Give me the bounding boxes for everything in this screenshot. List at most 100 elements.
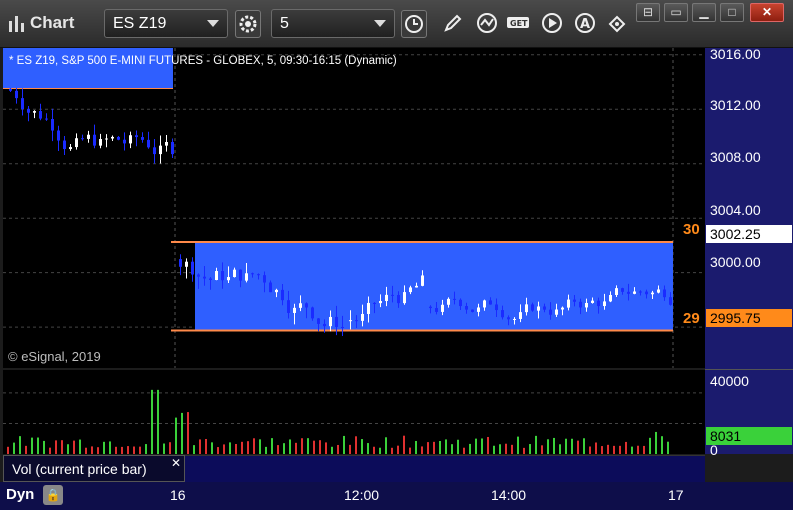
volume-bar — [205, 438, 207, 454]
candle-body — [471, 309, 474, 312]
volume-bar — [397, 445, 399, 454]
candle-body — [117, 136, 120, 140]
volume-bar — [625, 441, 627, 454]
price-chart[interactable]: * ES Z19, S&P 500 E-MINI FUTURES - GLOBE… — [3, 48, 705, 368]
candle-body — [379, 301, 382, 304]
volume-bar — [367, 443, 369, 454]
candle-body — [45, 118, 48, 120]
candle-body — [483, 300, 486, 308]
volume-bar — [385, 437, 387, 454]
maximize-icon[interactable]: ▁ — [692, 3, 716, 22]
candle-body — [513, 318, 516, 320]
candle-body — [525, 304, 528, 313]
volume-bar — [187, 412, 189, 454]
range-box — [195, 242, 673, 331]
candle-body — [215, 271, 218, 280]
candle-body — [263, 275, 266, 283]
price-axis-label: 3000.00 — [710, 254, 761, 270]
price-axis-label: 3008.00 — [710, 149, 761, 165]
volume-bar — [439, 441, 441, 454]
close-study-icon[interactable]: ✕ — [171, 456, 181, 470]
candle-body — [447, 298, 450, 305]
time-axis[interactable]: Dyn 🔒 16 12:00 14:00 17 — [0, 482, 793, 510]
candle-body — [373, 302, 376, 304]
candle-body — [299, 303, 302, 308]
volume-bar — [637, 445, 639, 454]
copyright-text: © eSignal, 2019 — [8, 349, 101, 364]
candle-body — [453, 298, 456, 300]
candle-body — [179, 259, 182, 267]
volume-bar — [307, 438, 309, 454]
volume-bar — [283, 443, 285, 454]
time-axis-label: 17 — [668, 487, 684, 503]
volume-bar — [529, 444, 531, 454]
volume-legend[interactable]: Vol (current price bar) — [3, 455, 185, 482]
volume-chart[interactable] — [3, 370, 705, 454]
restore-icon[interactable]: ⊟ — [636, 3, 660, 22]
svg-text:A: A — [580, 17, 590, 32]
volume-bar — [547, 439, 549, 454]
volume-bar — [583, 438, 585, 454]
interval-dropdown[interactable]: 5 — [271, 9, 395, 38]
candle-body — [391, 294, 394, 296]
price-axis[interactable]: 3016.00 3012.00 3008.00 3004.00 3000.00 … — [705, 46, 793, 458]
volume-bar — [487, 436, 489, 454]
volume-bar — [31, 437, 33, 454]
candle-body — [597, 300, 600, 307]
candle-body — [33, 111, 36, 113]
pencil-icon[interactable] — [440, 9, 466, 37]
candle-body — [39, 111, 42, 119]
symbol-dropdown[interactable]: ES Z19 — [104, 9, 228, 38]
volume-bar — [157, 389, 159, 454]
level-tag-lower: 29 — [683, 310, 700, 327]
candle-body — [349, 320, 352, 322]
candle-body — [233, 269, 236, 278]
alert-icon[interactable]: A — [572, 9, 598, 37]
volume-bar — [355, 436, 357, 454]
candle-body — [459, 299, 462, 307]
time-axis-label: 12:00 — [344, 487, 380, 503]
volume-bar — [115, 446, 117, 454]
candle-body — [227, 277, 230, 281]
close-icon[interactable]: ✕ — [750, 3, 784, 22]
volume-bar — [643, 445, 645, 454]
price-axis-label: 3004.00 — [710, 202, 761, 218]
volume-bar — [559, 444, 561, 454]
candle-body — [111, 136, 114, 139]
volume-bar — [313, 440, 315, 454]
candle-body — [669, 297, 672, 305]
candle-body — [555, 309, 558, 315]
candle-body — [21, 98, 24, 110]
get-data-icon[interactable]: GET — [506, 9, 532, 37]
candle-body — [305, 303, 308, 308]
volume-bar — [289, 439, 291, 454]
studies-icon[interactable] — [474, 9, 500, 37]
settings-gear-icon[interactable] — [235, 10, 261, 38]
volume-bar — [499, 444, 501, 454]
candle-body — [93, 134, 96, 146]
volume-bar — [7, 446, 9, 454]
lock-icon[interactable]: 🔒 — [43, 485, 63, 505]
volume-bar — [589, 446, 591, 454]
candle-body — [579, 301, 582, 308]
time-axis-label: 16 — [170, 487, 186, 503]
volume-axis-label: 40000 — [710, 373, 749, 389]
play-icon[interactable] — [539, 9, 565, 37]
tile-icon[interactable]: □ — [720, 3, 744, 22]
candle-body — [639, 291, 642, 293]
volume-bar — [109, 441, 111, 454]
candle-body — [203, 276, 206, 279]
candle-body — [429, 306, 432, 309]
minimize-icon[interactable]: ▭ — [664, 3, 688, 22]
volume-bar — [193, 445, 195, 454]
candle-body — [81, 138, 84, 140]
clock-icon[interactable] — [401, 10, 427, 38]
volume-bar — [427, 442, 429, 454]
volume-bar — [211, 442, 213, 454]
volume-bar — [403, 435, 405, 454]
link-icon[interactable] — [604, 9, 630, 37]
volume-bar — [535, 435, 537, 454]
level-price-tag: 2995.75 — [706, 309, 792, 327]
candle-body — [275, 289, 278, 293]
volume-bar — [91, 446, 93, 454]
